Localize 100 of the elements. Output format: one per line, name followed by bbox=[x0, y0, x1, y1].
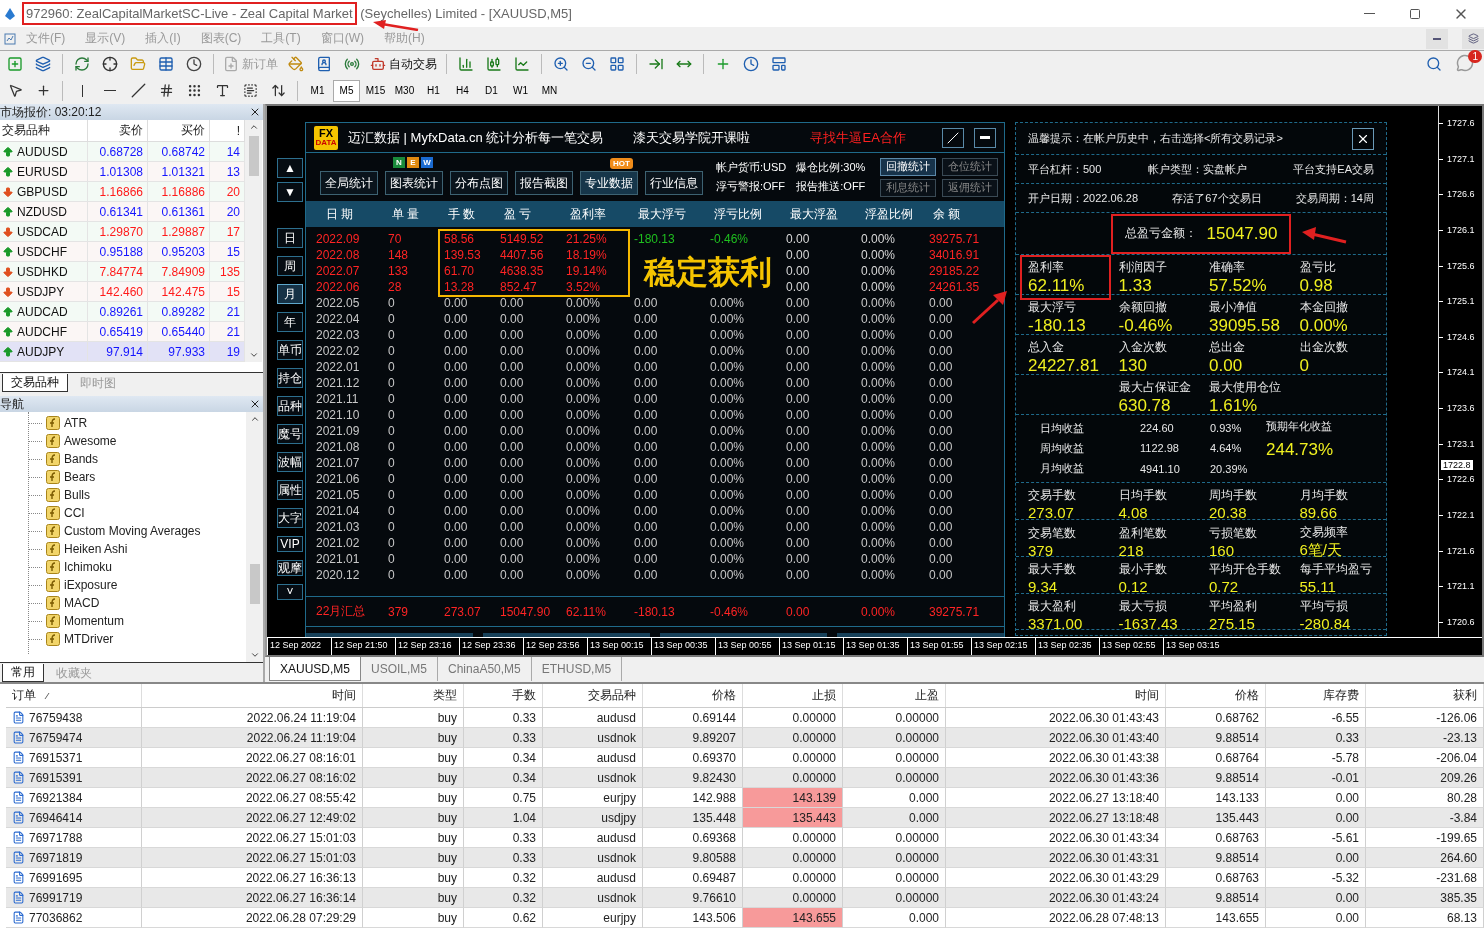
timeframe-button[interactable]: MN bbox=[536, 79, 563, 102]
timeframe-button[interactable]: M30 bbox=[391, 79, 418, 102]
nav-button[interactable]: 专业数据 bbox=[580, 171, 638, 195]
chart-tab[interactable]: XAUUSD,M5 bbox=[269, 657, 361, 681]
scrollbar-thumb[interactable] bbox=[249, 564, 260, 604]
navigator-item[interactable]: Momentum bbox=[64, 614, 125, 628]
symbol-cell[interactable]: USDCHF bbox=[0, 242, 88, 262]
column-header[interactable]: 交易品种 bbox=[543, 684, 643, 707]
table-cell-text: 0.00% bbox=[861, 536, 897, 550]
table-cell-text: 0.00 bbox=[634, 328, 659, 342]
nav-button[interactable]: 行业信息 bbox=[645, 171, 703, 195]
side-button[interactable]: 单币 bbox=[277, 340, 303, 360]
navigator-item[interactable]: Bulls bbox=[64, 488, 90, 502]
table-cell-text: 34016.91 bbox=[929, 248, 981, 262]
close-icon[interactable] bbox=[249, 398, 261, 410]
symbol-cell[interactable]: USDCAD bbox=[0, 222, 88, 242]
chat-icon[interactable] bbox=[1456, 54, 1474, 72]
side-button[interactable]: 波幅 bbox=[277, 452, 303, 472]
metric-value: 0.00% bbox=[1299, 316, 1349, 336]
stat-button[interactable]: 仓位统计 bbox=[942, 157, 998, 176]
edit-button[interactable] bbox=[942, 127, 964, 148]
navigator-item[interactable]: MTDriver bbox=[64, 632, 114, 646]
side-button[interactable]: 日 bbox=[277, 228, 303, 248]
side-button[interactable]: 持仓 bbox=[277, 368, 303, 388]
symbol-cell[interactable]: USDHKD bbox=[0, 262, 88, 282]
stat-button[interactable]: 回撤统计 bbox=[880, 157, 936, 176]
side-button[interactable]: 属性 bbox=[277, 480, 303, 500]
navigator-item[interactable]: iExposure bbox=[64, 578, 118, 592]
scrollbar[interactable] bbox=[246, 412, 263, 662]
symbol-cell[interactable]: AUDUSD bbox=[0, 142, 88, 162]
side-button[interactable]: 大字 bbox=[277, 508, 303, 528]
side-button[interactable]: 月 bbox=[277, 284, 303, 304]
search-icon[interactable] bbox=[1426, 56, 1442, 72]
navigator-item[interactable]: CCI bbox=[64, 506, 85, 520]
minimize-button[interactable] bbox=[1426, 28, 1448, 49]
navigator-item[interactable]: ATR bbox=[64, 416, 88, 430]
navigator-item[interactable]: Heiken Ashi bbox=[64, 542, 128, 556]
scrollbar-thumb[interactable] bbox=[248, 136, 259, 176]
nav-button[interactable]: 分布点图 bbox=[450, 171, 508, 195]
nav-button[interactable]: 图表统计 bbox=[385, 171, 443, 195]
auto-trading-button[interactable]: 自动交易 bbox=[367, 52, 440, 76]
column-header[interactable]: 止盈 bbox=[843, 684, 946, 707]
close-icon[interactable] bbox=[249, 106, 261, 118]
column-header[interactable]: 订单 bbox=[6, 684, 142, 707]
column-header[interactable]: 手数 bbox=[464, 684, 543, 707]
side-button[interactable]: 周 bbox=[277, 256, 303, 276]
scroll-button[interactable]: ▲ bbox=[277, 158, 303, 178]
symbol-cell[interactable]: GBPUSD bbox=[0, 182, 88, 202]
navigator-item[interactable]: Ichimoku bbox=[64, 560, 113, 574]
column-header[interactable]: 价格 bbox=[643, 684, 743, 707]
side-button[interactable]: ˅ bbox=[277, 584, 303, 600]
timeframe-button[interactable]: H4 bbox=[449, 79, 476, 102]
column-header[interactable]: 价格 bbox=[1166, 684, 1266, 707]
side-button[interactable]: VIP bbox=[277, 536, 303, 552]
minimize-button[interactable] bbox=[974, 127, 996, 148]
scroll-button[interactable]: ▼ bbox=[277, 182, 303, 202]
metric-label: 月均手数 bbox=[1299, 487, 1349, 504]
stat-button[interactable]: 返佣统计 bbox=[942, 178, 998, 197]
column-header[interactable]: 时间 bbox=[946, 684, 1166, 707]
nav-button[interactable]: 全局统计 bbox=[320, 171, 378, 195]
symbol-cell[interactable]: USDJPY bbox=[0, 282, 88, 302]
chart-tab[interactable]: ChinaA50,M5 bbox=[438, 657, 532, 681]
tab[interactable]: 常用 bbox=[2, 664, 44, 682]
table-cell-text: 0.00 bbox=[786, 456, 811, 470]
side-button[interactable]: 品种 bbox=[277, 396, 303, 416]
timeframe-button[interactable]: M15 bbox=[362, 79, 389, 102]
symbol-cell[interactable]: AUDCAD bbox=[0, 302, 88, 322]
bid-cell: 142.460 bbox=[88, 282, 148, 302]
navigator-item[interactable]: Bands bbox=[64, 452, 99, 466]
column-header[interactable]: 止损 bbox=[743, 684, 843, 707]
metric-value: 275.15 bbox=[1209, 615, 1256, 632]
close-button[interactable] bbox=[1352, 127, 1374, 150]
timeframe-button[interactable]: M1 bbox=[304, 79, 331, 102]
column-header[interactable]: 获利 bbox=[1366, 684, 1484, 707]
column-header[interactable]: 时间 bbox=[142, 684, 363, 707]
column-header[interactable]: 类型 bbox=[363, 684, 464, 707]
nav-button[interactable]: 报告截图 bbox=[515, 171, 573, 195]
timeframe-button[interactable]: W1 bbox=[507, 79, 534, 102]
promo-link[interactable]: 寻找牛逼EA合作 bbox=[810, 128, 906, 147]
restore-button[interactable] bbox=[1462, 28, 1484, 49]
chart-tab[interactable]: ETHUSD,M5 bbox=[531, 657, 623, 681]
stat-button[interactable]: 利息统计 bbox=[880, 178, 936, 197]
timeframe-button[interactable]: M5 bbox=[333, 79, 360, 102]
column-header[interactable]: 库存费 bbox=[1266, 684, 1366, 707]
symbol-cell[interactable]: AUDCHF bbox=[0, 322, 88, 342]
chart-tab[interactable]: USOIL,M5 bbox=[361, 657, 439, 681]
timeframe-button[interactable]: D1 bbox=[478, 79, 505, 102]
tab[interactable]: 交易品种 bbox=[2, 374, 68, 392]
side-button[interactable]: 魔号 bbox=[277, 424, 303, 444]
scrollbar[interactable] bbox=[245, 120, 262, 362]
symbol-cell[interactable]: NZDUSD bbox=[0, 202, 88, 222]
side-button[interactable]: 观摩 bbox=[277, 560, 303, 576]
navigator-item[interactable]: MACD bbox=[64, 596, 100, 610]
timeframe-button[interactable]: H1 bbox=[420, 79, 447, 102]
navigator-item[interactable]: Bears bbox=[64, 470, 96, 484]
side-button[interactable]: 年 bbox=[277, 312, 303, 332]
navigator-item[interactable]: Custom Moving Averages bbox=[64, 524, 201, 538]
symbol-cell[interactable]: EURUSD bbox=[0, 162, 88, 182]
navigator-item[interactable]: Awesome bbox=[64, 434, 117, 448]
symbol-cell[interactable]: AUDJPY bbox=[0, 342, 88, 362]
